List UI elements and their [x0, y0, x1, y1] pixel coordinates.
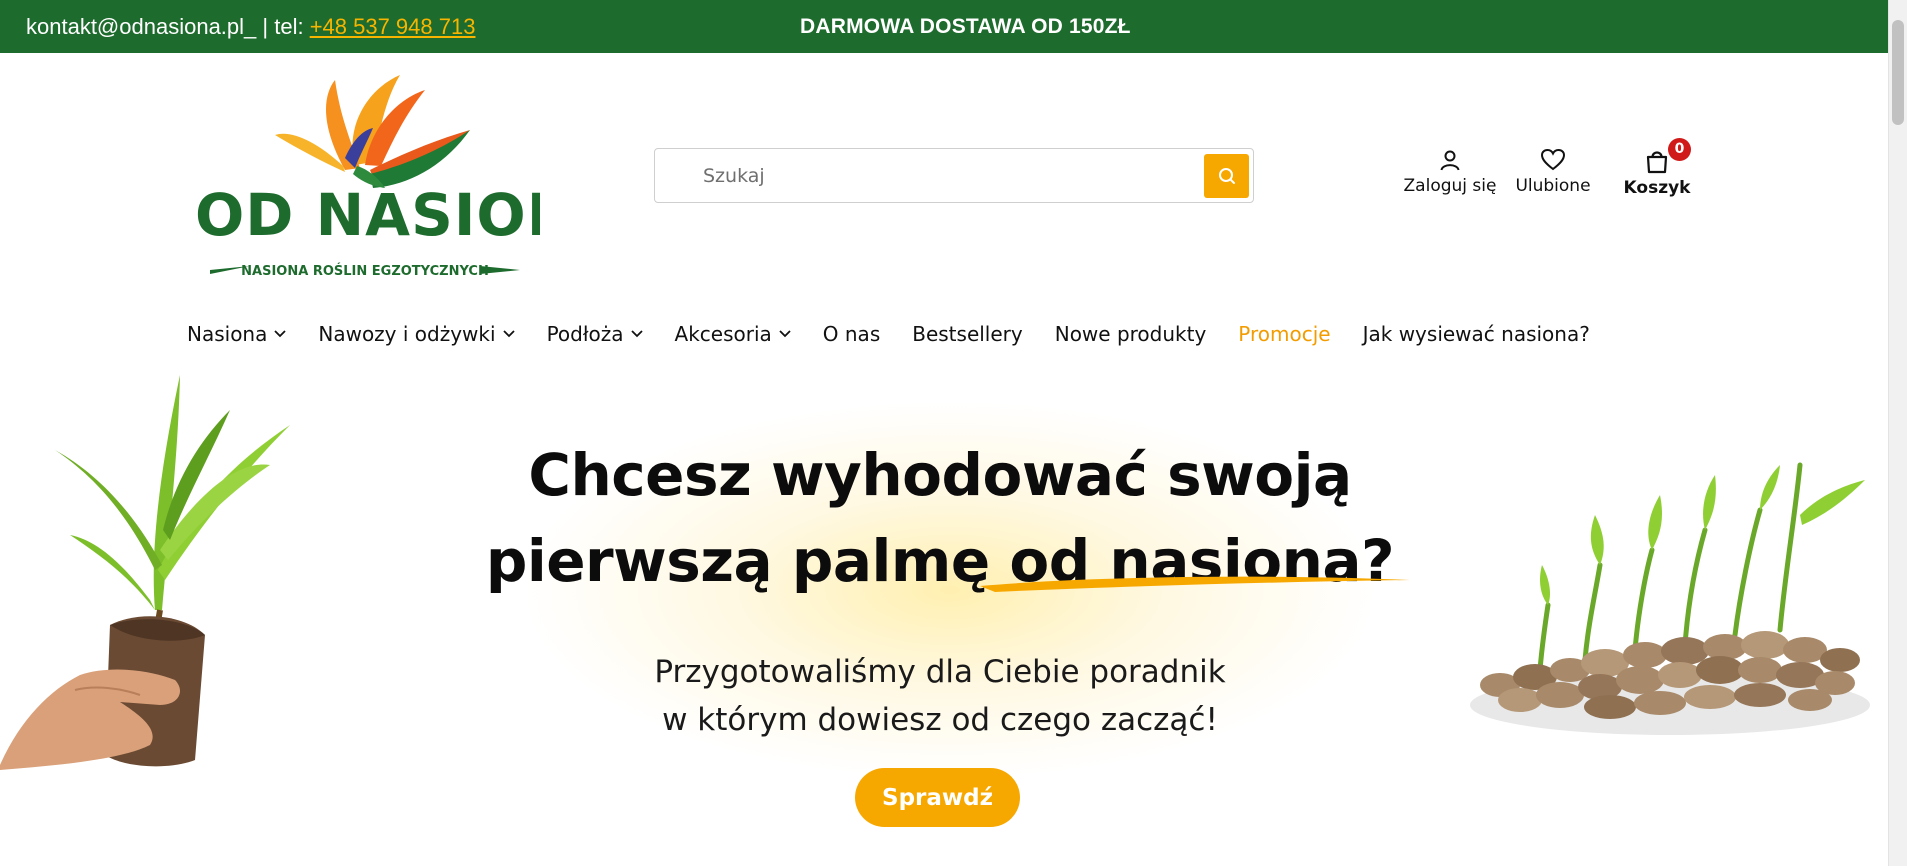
cart-button[interactable]: Koszyk 0 [1620, 138, 1694, 198]
hero-subtitle-line1: Przygotowaliśmy dla Ciebie poradnik [654, 654, 1226, 690]
site-logo[interactable]: OD NASIONA NASIONA ROŚLIN EGZOTYCZNYCH [195, 70, 540, 285]
nav-item-label: Nawozy i odżywki [318, 322, 496, 346]
nav-item-nasiona[interactable]: Nasiona [187, 322, 287, 346]
seeds-with-sprouts-image [1470, 462, 1870, 735]
nav-item-label: Jak wysiewać nasiona? [1362, 322, 1590, 346]
hero-subtitle-line2: w którym dowiesz od czego zacząć! [662, 702, 1218, 738]
search-input[interactable] [703, 161, 1153, 191]
search-box [654, 148, 1254, 203]
chevron-down-icon [779, 330, 791, 338]
nav-item-label: Nasiona [187, 322, 268, 346]
nav-item-jak-wysiewac[interactable]: Jak wysiewać nasiona? [1363, 322, 1590, 346]
hero-cta-button[interactable]: Sprawdź [855, 768, 1020, 827]
search-icon [1218, 168, 1235, 184]
heart-icon [1540, 148, 1566, 171]
search-button[interactable] [1204, 154, 1249, 198]
hero-underline-decoration [980, 576, 1410, 592]
main-navigation: Nasiona Nawozy i odżywki Podłoża Akcesor… [187, 318, 1622, 350]
login-button[interactable]: Zaloguj się [1388, 148, 1512, 196]
contact-tel-prefix: | tel: [256, 14, 310, 39]
chevron-down-icon [274, 330, 287, 338]
favorites-label: Ulubione [1515, 176, 1591, 196]
nav-item-o-nas[interactable]: O nas [823, 322, 880, 346]
nav-item-label: O nas [822, 322, 881, 346]
nav-item-nowe-produkty[interactable]: Nowe produkty [1055, 322, 1207, 346]
favorites-button[interactable]: Ulubione [1508, 148, 1598, 196]
hero-title-line1: Chcesz wyhodować swoją [528, 441, 1352, 509]
chevron-down-icon [630, 330, 643, 338]
top-info-bar: kontakt@odnasiona.pl_ | tel: +48 537 948… [0, 0, 1888, 53]
nav-item-label: Promocje [1238, 322, 1331, 346]
shopping-bag-icon [1646, 151, 1668, 174]
nav-item-podloza[interactable]: Podłoża [547, 322, 643, 346]
nav-item-label: Podłoża [546, 322, 624, 346]
hero-subtitle: Przygotowaliśmy dla Ciebie poradnik w kt… [560, 648, 1320, 744]
logo-text: OD NASIONA [195, 181, 540, 249]
nav-item-label: Nowe produkty [1054, 322, 1207, 346]
cart-label: Koszyk [1623, 178, 1691, 198]
palm-seedling-image [0, 375, 290, 770]
nav-item-label: Bestsellery [912, 322, 1023, 346]
nav-item-bestsellery[interactable]: Bestsellery [912, 322, 1023, 346]
nav-item-promocje[interactable]: Promocje [1238, 322, 1330, 346]
user-icon [1440, 150, 1460, 171]
nav-item-nawozy[interactable]: Nawozy i odżywki [318, 322, 515, 346]
bird-of-paradise-icon [275, 75, 470, 188]
nav-item-label: Akcesoria [674, 322, 772, 346]
login-label: Zaloguj się [1403, 176, 1497, 196]
cart-count-badge: 0 [1668, 138, 1691, 161]
contact-info: kontakt@odnasiona.pl_ | tel: +48 537 948… [26, 14, 475, 40]
chevron-down-icon [502, 330, 515, 338]
free-shipping-banner: DARMOWA DOSTAWA OD 150ZŁ [800, 15, 1131, 38]
page-scrollbar[interactable] [1888, 0, 1907, 866]
contact-email[interactable]: kontakt@odnasiona.pl_ [26, 14, 256, 39]
nav-item-akcesoria[interactable]: Akcesoria [675, 322, 791, 346]
scrollbar-thumb[interactable] [1892, 20, 1904, 125]
phone-link[interactable]: +48 537 948 713 [310, 14, 476, 39]
logo-tagline: NASIONA ROŚLIN EGZOTYCZNYCH [241, 263, 489, 279]
